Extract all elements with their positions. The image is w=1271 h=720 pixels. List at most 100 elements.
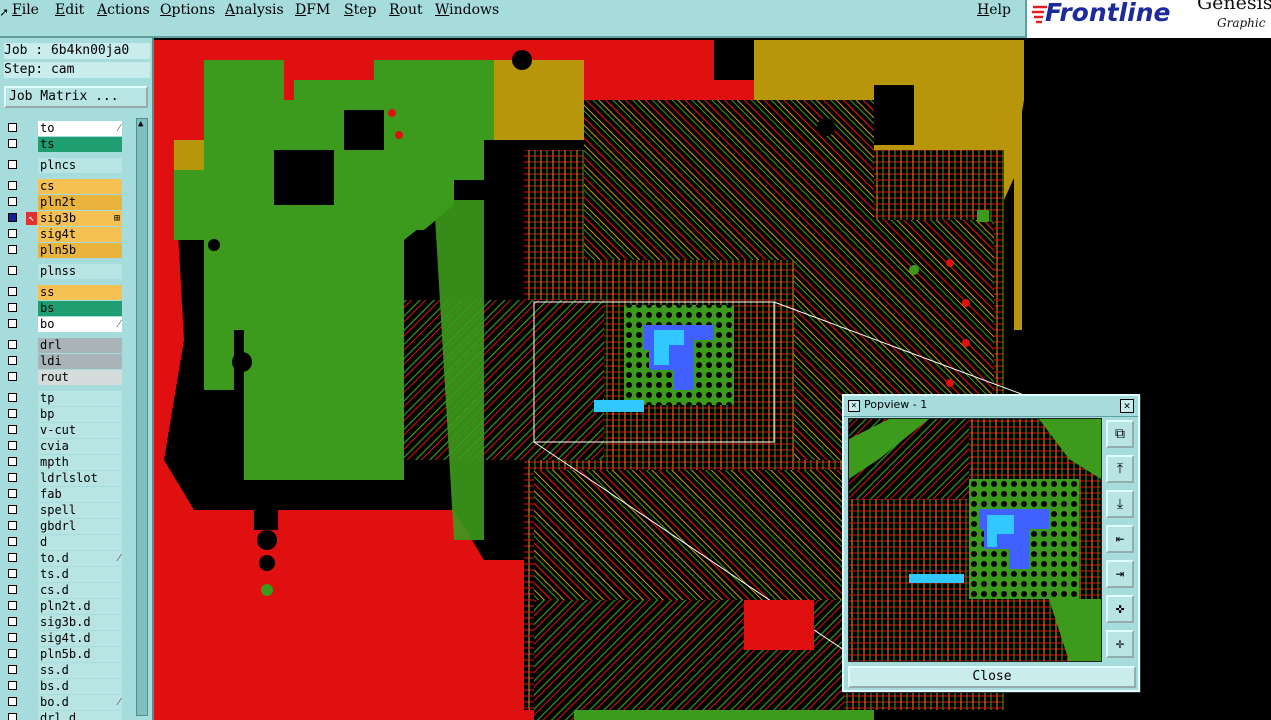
layer-name[interactable]: ldi	[38, 354, 122, 369]
layer-row[interactable]: ↖ sig3b ⊞	[4, 211, 122, 226]
layer-row[interactable]: cs.d	[4, 583, 122, 598]
layer-row[interactable]: ldrlslot	[4, 471, 122, 486]
pan-right-button[interactable]: ⇥	[1106, 560, 1134, 588]
layer-row[interactable]: gbdrl	[4, 519, 122, 534]
layer-checkbox[interactable]	[8, 473, 17, 482]
scroll-up-icon[interactable]: ▲	[138, 119, 147, 129]
layer-row[interactable]: tp	[4, 391, 122, 406]
menu-analysis[interactable]: Analysis	[225, 2, 284, 18]
layer-checkbox[interactable]	[8, 441, 17, 450]
layer-name[interactable]: ldrlslot	[38, 471, 122, 486]
layer-name[interactable]: spell	[38, 503, 122, 518]
layer-checkbox[interactable]	[8, 505, 17, 514]
menu-step[interactable]: Step	[344, 2, 376, 18]
menu-rout[interactable]: Rout	[389, 2, 423, 18]
layer-list-scrollbar[interactable]: ▲	[136, 118, 148, 716]
layer-checkbox[interactable]	[8, 681, 17, 690]
layer-name[interactable]: mpth	[38, 455, 122, 470]
layer-name[interactable]: fab	[38, 487, 122, 502]
menu-dfm[interactable]: DFM	[295, 2, 330, 18]
pan-left-button[interactable]: ⇤	[1106, 525, 1134, 553]
close-icon[interactable]: ✕	[1120, 399, 1134, 413]
layer-name[interactable]: gbdrl	[38, 519, 122, 534]
layer-name[interactable]: cvia	[38, 439, 122, 454]
layer-row[interactable]: cs	[4, 179, 122, 194]
layer-checkbox[interactable]	[8, 409, 17, 418]
layer-name[interactable]: ts.d	[38, 567, 122, 582]
layer-row[interactable]: plncs	[4, 158, 122, 173]
layer-name[interactable]: cs.d	[38, 583, 122, 598]
layer-row[interactable]: v-cut	[4, 423, 122, 438]
layer-name[interactable]: bs.d	[38, 679, 122, 694]
layer-name[interactable]: bp	[38, 407, 122, 422]
layer-row[interactable]: d	[4, 535, 122, 550]
layer-row[interactable]: spell	[4, 503, 122, 518]
layer-name[interactable]: sig4t.d	[38, 631, 122, 646]
layer-row[interactable]: sig4t.d	[4, 631, 122, 646]
layer-name[interactable]: sig3b ⊞	[38, 211, 122, 226]
layer-checkbox[interactable]	[8, 245, 17, 254]
layer-checkbox[interactable]	[8, 713, 17, 720]
layer-row[interactable]: bp	[4, 407, 122, 422]
layer-name[interactable]: plnss	[38, 264, 122, 279]
layer-name[interactable]: pln2t.d	[38, 599, 122, 614]
pan-down-button[interactable]: ⤓	[1106, 490, 1134, 518]
layer-name[interactable]: drl.d	[38, 711, 122, 720]
layer-checkbox[interactable]	[8, 601, 17, 610]
layer-row[interactable]: sig3b.d	[4, 615, 122, 630]
layer-row[interactable]: to.d ⁄	[4, 551, 122, 566]
menu-edit[interactable]: Edit	[55, 2, 84, 18]
layer-name[interactable]: plncs	[38, 158, 122, 173]
layer-checkbox[interactable]	[8, 319, 17, 328]
layer-name[interactable]: pln2t	[38, 195, 122, 210]
layer-name[interactable]: bs	[38, 301, 122, 316]
menu-windows[interactable]: Windows	[435, 2, 499, 18]
layer-checkbox[interactable]	[8, 123, 17, 132]
layer-row[interactable]: ts.d	[4, 567, 122, 582]
layer-checkbox[interactable]	[8, 356, 17, 365]
layer-name[interactable]: ts	[38, 137, 122, 152]
layer-row[interactable]: drl	[4, 338, 122, 353]
menu-actions[interactable]: Actions	[97, 2, 150, 18]
layer-checkbox[interactable]	[8, 569, 17, 578]
layer-name[interactable]: to.d ⁄	[38, 551, 122, 566]
layer-checkbox[interactable]	[8, 287, 17, 296]
layer-row[interactable]: pln2t	[4, 195, 122, 210]
zoom-fit-button[interactable]: ⧉	[1106, 420, 1134, 448]
layer-row[interactable]: pln5b	[4, 243, 122, 258]
layer-checkbox[interactable]	[8, 160, 17, 169]
layer-row[interactable]: ss.d	[4, 663, 122, 678]
layer-name[interactable]: tp	[38, 391, 122, 406]
layer-row[interactable]: plnss	[4, 264, 122, 279]
layer-checkbox[interactable]	[8, 340, 17, 349]
menu-options[interactable]: Options	[160, 2, 215, 18]
layer-row[interactable]: ldi	[4, 354, 122, 369]
layer-row[interactable]: pln5b.d	[4, 647, 122, 662]
layer-name[interactable]: sig3b.d	[38, 615, 122, 630]
layer-row[interactable]: rout	[4, 370, 122, 385]
layer-name[interactable]: pln5b.d	[38, 647, 122, 662]
layer-name[interactable]: v-cut	[38, 423, 122, 438]
layer-name[interactable]: to ⁄	[38, 121, 122, 136]
layer-checkbox[interactable]	[8, 665, 17, 674]
menu-help[interactable]: Help	[977, 2, 1011, 18]
layer-name[interactable]: drl	[38, 338, 122, 353]
layer-name[interactable]: pln5b	[38, 243, 122, 258]
layer-row[interactable]: bs.d	[4, 679, 122, 694]
layer-name[interactable]: bo.d ⁄	[38, 695, 122, 710]
layer-row[interactable]: bs	[4, 301, 122, 316]
layer-checkbox[interactable]	[8, 697, 17, 706]
menu-file[interactable]: File	[12, 2, 39, 18]
zoom-in-button[interactable]: ✜	[1106, 595, 1134, 623]
layer-checkbox[interactable]	[8, 393, 17, 402]
layer-row[interactable]: bo.d ⁄	[4, 695, 122, 710]
layer-checkbox[interactable]	[8, 213, 17, 222]
layer-checkbox[interactable]	[8, 425, 17, 434]
layer-row[interactable]: ss	[4, 285, 122, 300]
zoom-out-button[interactable]: ✛	[1106, 630, 1134, 658]
layer-checkbox[interactable]	[8, 266, 17, 275]
layer-row[interactable]: pln2t.d	[4, 599, 122, 614]
layer-name[interactable]: ss.d	[38, 663, 122, 678]
layer-checkbox[interactable]	[8, 181, 17, 190]
layer-name[interactable]: rout	[38, 370, 122, 385]
